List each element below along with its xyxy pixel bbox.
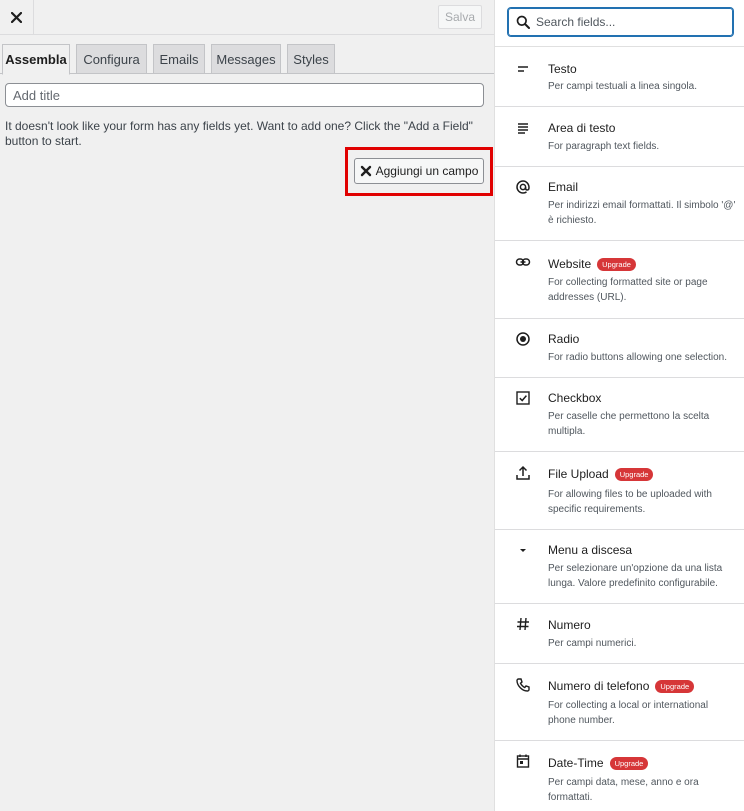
tab-emails[interactable]: Emails: [153, 44, 205, 74]
tab-messages[interactable]: Messages: [211, 44, 281, 74]
field-picker-sidebar: Testo Per campi testuali a linea singola…: [494, 0, 744, 811]
field-description: For paragraph text fields.: [548, 141, 660, 152]
field-item-menu-a-discesa[interactable]: Menu a discesa Per selezionare un'opzion…: [495, 530, 744, 604]
field-item-testo[interactable]: Testo Per campi testuali a linea singola…: [495, 48, 744, 107]
field-item-radio[interactable]: Radio For radio buttons allowing one sel…: [495, 319, 744, 378]
field-name: File Upload: [548, 467, 609, 481]
field-description: Per caselle che permettono la scelta mul…: [548, 411, 710, 437]
field-name: Area di testo: [548, 121, 616, 135]
field-description: For collecting formatted site or page ad…: [548, 277, 708, 303]
paragraph-icon: [515, 120, 531, 136]
close-button[interactable]: [0, 0, 34, 35]
checkbox-icon: [515, 390, 531, 406]
field-item-website[interactable]: Website Upgrade For collecting formatted …: [495, 241, 744, 319]
field-description: Per campi testuali a linea singola.: [548, 81, 697, 92]
field-description: Per indirizzi email formattati. Il simbo…: [548, 200, 736, 226]
add-field-label: Aggiungi un campo: [375, 164, 479, 178]
builder-tabs: Assembla Configura Emails Messages Style…: [0, 44, 494, 75]
field-item-file-upload[interactable]: File Upload Upgrade For allowing files to…: [495, 452, 744, 530]
add-field-button[interactable]: Aggiungi un campo: [354, 158, 484, 184]
hash-icon: [515, 616, 531, 632]
empty-form-notice: It doesn't look like your form has any f…: [5, 119, 473, 148]
field-description: For radio buttons allowing one selection…: [548, 352, 727, 363]
search-area: [495, 0, 744, 47]
tab-configura[interactable]: Configura: [76, 44, 147, 74]
search-box[interactable]: [508, 8, 733, 36]
field-name: Menu a discesa: [548, 543, 633, 557]
field-description: For allowing files to be uploaded with s…: [548, 489, 712, 515]
upgrade-badge: Upgrade: [614, 467, 654, 481]
at-sign-icon: [515, 179, 531, 195]
field-description: For collecting a local or international …: [548, 700, 709, 726]
close-icon: [11, 12, 22, 23]
upgrade-badge: Upgrade: [597, 257, 636, 271]
search-icon: [516, 15, 530, 29]
close-icon: [360, 165, 371, 177]
upgrade-badge: Upgrade: [655, 679, 695, 693]
radio-icon: [515, 331, 531, 347]
field-name: Website: [548, 257, 592, 271]
save-button[interactable]: Salva: [438, 5, 482, 29]
tab-assembla[interactable]: Assembla: [2, 44, 70, 75]
upload-icon: [515, 465, 531, 481]
field-name: Date-Time: [548, 756, 604, 770]
upgrade-badge: Upgrade: [609, 756, 649, 770]
tab-styles[interactable]: Styles: [287, 44, 335, 74]
field-item-numero[interactable]: Numero Per campi numerici.: [495, 604, 744, 664]
form-builder-panel: Salva Assembla Configura Emails Messages…: [0, 0, 494, 811]
field-name: Radio: [548, 332, 580, 346]
field-name: Testo: [548, 62, 577, 76]
field-description: Per campi data, mese, anno e ora formatt…: [548, 777, 699, 803]
field-description: Per campi numerici.: [548, 638, 637, 649]
field-description: Per selezionare un'opzione da una lista …: [548, 563, 723, 589]
field-item-area-di-testo[interactable]: Area di testo For paragraph text fields.: [495, 107, 744, 167]
field-item-numero-di-telefono[interactable]: Numero di telefono Upgrade For collecting…: [495, 664, 744, 741]
builder-topbar: Salva: [0, 0, 494, 35]
field-item-checkbox[interactable]: Checkbox Per caselle che permettono la s…: [495, 378, 744, 452]
field-item-date-time[interactable]: Date-Time Upgrade Per campi data, mese, a…: [495, 741, 744, 811]
field-name: Email: [548, 180, 579, 194]
phone-icon: [515, 677, 531, 693]
caret-down-icon: [515, 542, 531, 558]
calendar-icon: [515, 753, 531, 769]
link-icon: [515, 254, 531, 270]
search-input[interactable]: [536, 15, 726, 29]
form-title-input[interactable]: [5, 83, 484, 107]
field-name: Numero di telefono: [548, 679, 650, 693]
field-name: Checkbox: [548, 391, 602, 405]
short-text-icon: [515, 61, 531, 77]
field-name: Numero: [548, 618, 591, 632]
field-item-email[interactable]: Email Per indirizzi email formattati. Il…: [495, 167, 744, 241]
